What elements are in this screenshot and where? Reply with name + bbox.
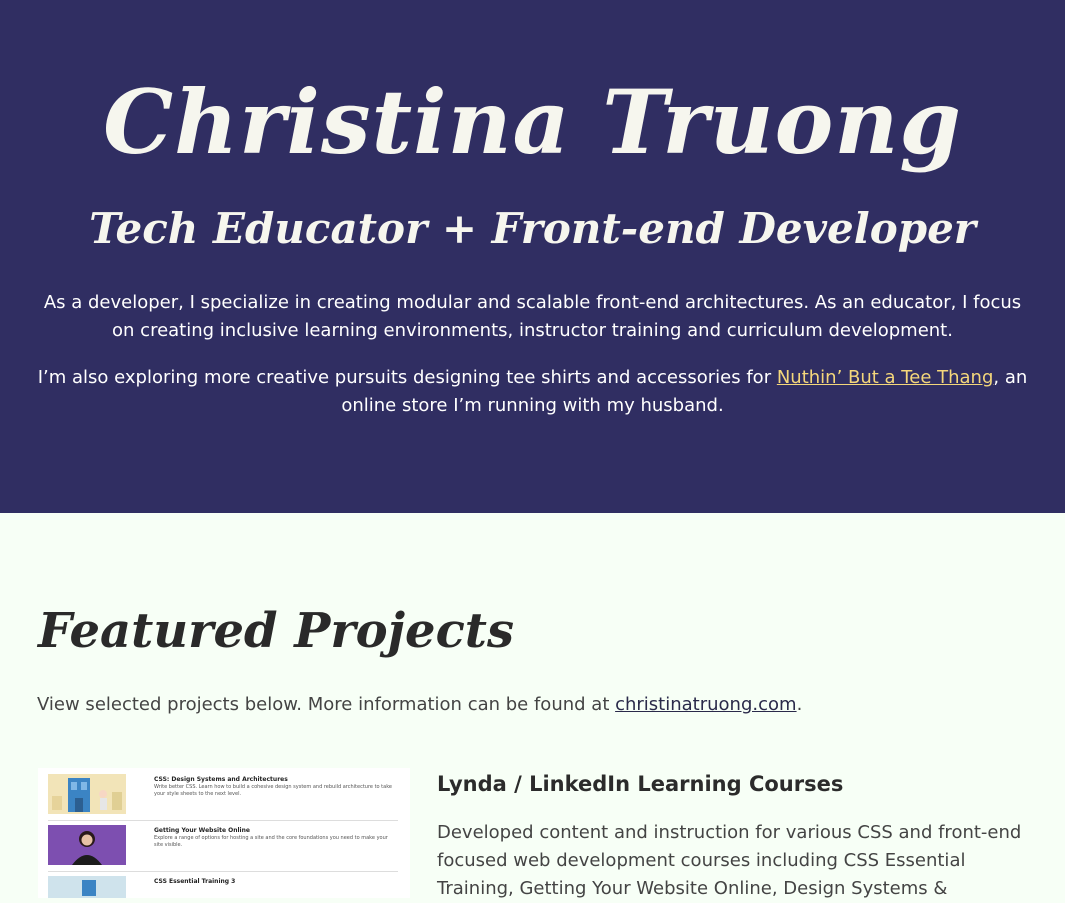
project-description: Developed content and instruction for va… [437,822,1022,899]
divider [48,871,398,872]
section-intro-text-before: View selected projects below. More infor… [37,694,616,715]
hero-section: Christina Truong Tech Educator + Front-e… [0,0,1065,513]
course-text: CSS: Design Systems and Architectures Wr… [154,776,394,798]
section-intro-text-after: . [796,694,803,715]
section-intro: View selected projects below. More infor… [37,691,802,719]
hero-intro-paragraph: As a developer, I specialize in creating… [43,292,1022,341]
course-title: Getting Your Website Online [154,827,250,834]
course-description: Explore a range of options for hosting a… [154,835,388,848]
hero-store-text-before: I’m also exploring more creative pursuit… [37,367,777,388]
website-link[interactable]: christinatruong.com [615,694,796,715]
divider [48,820,398,821]
section-title: Featured Projects [38,603,514,659]
course-title: CSS Essential Training 3 [154,878,236,885]
hero-name: Christina Truong [103,70,962,174]
hero-tagline: Tech Educator + Front-end Developer [89,204,976,253]
project-title: Lynda / LinkedIn Learning Courses [437,772,844,796]
course-description: Write better CSS. Learn how to build a c… [154,784,393,797]
course-text: CSS Essential Training 3 [154,878,394,886]
course-illustration-icon [48,774,126,814]
course-illustration-icon [48,876,126,898]
course-title: CSS: Design Systems and Architectures [154,776,288,783]
instructor-photo-icon [48,825,126,865]
hero-store-paragraph: I’m also exploring more creative pursuit… [30,364,1035,420]
store-link[interactable]: Nuthin’ But a Tee Thang [777,367,994,388]
course-text: Getting Your Website Online Explore a ra… [154,827,394,849]
thumbnail-course-row: CSS Essential Training 3 [48,876,398,898]
project-thumbnail[interactable]: CSS: Design Systems and Architectures Wr… [38,768,410,898]
thumbnail-course-row: Getting Your Website Online Explore a ra… [48,825,398,865]
thumbnail-course-row: CSS: Design Systems and Architectures Wr… [48,774,398,814]
